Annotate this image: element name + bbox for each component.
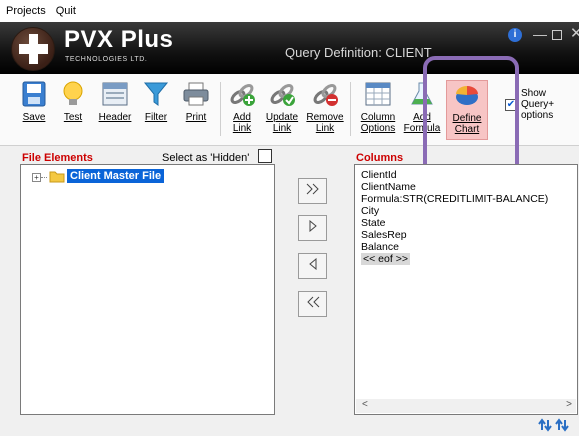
update-link-icon [270,84,295,106]
column-item[interactable]: ClientId [361,169,397,181]
columns-label: Columns [356,152,404,164]
print-label: Print [185,112,207,123]
sort-buttons [538,418,572,435]
horizontal-scrollbar[interactable]: < > [356,399,576,413]
filter-icon [143,82,169,106]
column-item[interactable]: Formula:STR(CREDITLIMIT-BALANCE) [361,193,548,205]
remove-link-button[interactable]: Remove Link [305,80,345,140]
column-item[interactable]: SalesRep [361,229,407,241]
brand-name: PVX Plus [64,26,174,53]
tree-connector [41,177,47,178]
column-item[interactable]: City [361,205,379,217]
show-query-options-label: Show Query+ options [521,88,555,121]
chevron-left-icon [308,257,316,271]
menu-projects[interactable]: Projects [6,5,46,17]
move-all-right-button[interactable] [298,178,327,204]
header-label: Header [98,112,132,123]
column-eof-item[interactable]: << eof >> [361,253,410,265]
menu-bar: Projects Quit [0,0,579,22]
columns-list[interactable]: ClientId ClientName Formula:STR(CREDITLI… [354,164,578,415]
hidden-label: Select as 'Hidden' [162,152,250,164]
double-chevron-right-icon [306,183,319,195]
maximize-icon[interactable] [552,30,562,40]
remove-link-icon [313,84,338,106]
brand-tagline: TECHNOLOGIES LTD. [65,56,148,63]
test-button[interactable]: Test [53,80,93,140]
save-icon [22,81,46,107]
double-chevron-left-icon [306,296,319,308]
info-icon[interactable]: i [508,28,522,42]
update-link-label: Update Link [265,112,299,134]
column-options-icon [365,82,391,106]
move-left-button[interactable] [298,253,327,279]
file-elements-label: File Elements [22,152,93,164]
move-right-button[interactable] [298,215,327,241]
remove-link-label: Remove Link [306,112,344,134]
filter-button[interactable]: Filter [136,80,176,140]
scroll-right-icon[interactable]: > [566,399,572,410]
column-options-button[interactable]: Column Options [358,80,398,140]
expand-icon[interactable]: + [32,173,41,182]
header-icon [102,82,128,106]
update-link-button[interactable]: Update Link [262,80,302,140]
print-button[interactable]: Print [176,80,216,140]
add-link-button[interactable]: Add Link [222,80,262,140]
chevron-right-icon [309,219,317,233]
lightbulb-icon [63,81,83,105]
menu-quit[interactable]: Quit [56,5,76,17]
toolbar-separator [350,82,351,136]
logo-cross-horizontal [19,44,48,54]
add-link-icon [230,84,255,106]
move-all-left-button[interactable] [298,291,327,317]
test-label: Test [63,112,83,123]
printer-icon [183,82,209,106]
column-item[interactable]: State [361,217,386,229]
save-button[interactable]: Save [14,80,54,140]
sort-icon[interactable] [538,418,572,432]
scroll-left-icon[interactable]: < [362,399,368,410]
tree-item-client-master-file[interactable]: Client Master File [67,169,165,183]
hidden-checkbox[interactable] [258,149,272,163]
toolbar-separator [220,82,221,136]
file-elements-tree[interactable]: + Client Master File [20,164,275,415]
column-item[interactable]: Balance [361,241,399,253]
column-options-label: Column Options [360,112,396,134]
filter-label: Filter [144,112,168,123]
add-link-label: Add Link [232,112,252,134]
save-label: Save [22,112,46,123]
header-button[interactable]: Header [95,80,135,140]
window-title: Query Definition: CLIENT [285,45,432,60]
column-item[interactable]: ClientName [361,181,416,193]
minimize-icon[interactable]: — [533,26,547,42]
close-icon[interactable]: ✕ [570,24,579,42]
folder-icon [49,171,65,183]
